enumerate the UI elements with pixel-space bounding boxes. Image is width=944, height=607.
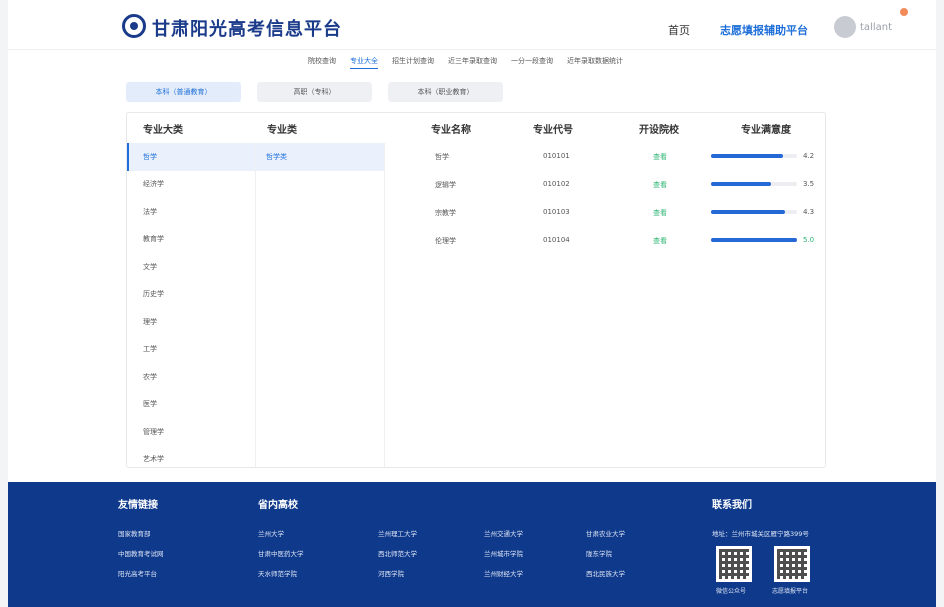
category-item[interactable]: 管理学 [127,418,255,446]
header-subcategory: 专业类 [267,125,297,136]
category-item[interactable]: 文学 [127,253,255,281]
footer-link[interactable]: 中国教育考试网 [118,548,164,558]
school-link[interactable]: 兰州大学 [258,528,284,538]
satisfaction-bar [711,182,797,186]
subcategory-list: 哲学类 [255,143,385,467]
notification-dot-icon [900,8,908,16]
subcategory-item[interactable]: 哲学类 [256,143,384,171]
user-name[interactable]: tallant [860,22,892,33]
header-satisfaction: 专业满意度 [741,125,791,136]
subnav-admission-stats[interactable]: 近年录取数据统计 [567,56,623,69]
qr-code-platform [774,546,810,582]
tab-undergrad-general[interactable]: 本科（普通教育） [126,82,241,102]
tab-vocational-college[interactable]: 高职（专科） [257,82,372,102]
major-name: 逻辑学 [435,181,456,189]
category-item[interactable]: 工学 [127,336,255,364]
category-item[interactable]: 理学 [127,308,255,336]
footer-link[interactable]: 国家教育部 [118,528,151,538]
major-name: 哲学 [435,153,449,161]
satisfaction-bar-fill [711,238,797,242]
header-major-name: 专业名称 [431,125,471,136]
category-item[interactable]: 法学 [127,198,255,226]
major-row: 宗教学 010103 查看 4.3 [387,199,825,227]
satisfaction-bar [711,154,797,158]
school-link[interactable]: 陇东学院 [586,548,612,558]
major-code: 010101 [543,152,570,160]
header-major-code: 专业代号 [533,125,573,136]
major-code: 010103 [543,208,570,216]
subnav-3yr-admission[interactable]: 近三年录取查询 [448,56,497,69]
satisfaction-bar [711,210,797,214]
qr-caption: 志愿填报平台 [772,588,809,595]
user-avatar[interactable] [834,16,856,38]
satisfaction-score: 3.5 [803,180,815,188]
category-item[interactable]: 农学 [127,363,255,391]
view-schools-link[interactable]: 查看 [653,236,667,246]
subnav-score-rank[interactable]: 一分一段查询 [511,56,553,69]
satisfaction-bar-fill [711,182,772,186]
school-link[interactable]: 西北师范大学 [378,548,417,558]
school-link[interactable]: 兰州交通大学 [484,528,523,538]
satisfaction-bar-fill [711,154,784,158]
school-link[interactable]: 天水师范学院 [258,568,297,578]
satisfaction-score: 4.2 [803,152,815,160]
view-schools-link[interactable]: 查看 [653,152,667,162]
nav-assist-platform-link[interactable]: 志愿填报辅助平台 [720,22,808,38]
satisfaction-bar [711,238,797,242]
subnav-school-query[interactable]: 院校查询 [308,56,336,69]
top-header: 甘肃阳光高考信息平台 首页 志愿填报辅助平台 tallant [8,0,936,50]
school-link[interactable]: 兰州财经大学 [484,568,523,578]
sub-navigation: 院校查询 专业大全 招生计划查询 近三年录取查询 一分一段查询 近年录取数据统计 [308,56,623,69]
satisfaction-score: 5.0 [803,236,815,244]
page-frame: 甘肃阳光高考信息平台 首页 志愿填报辅助平台 tallant 院校查询 专业大全… [8,0,936,607]
view-schools-link[interactable]: 查看 [653,180,667,190]
site-footer: 友情链接 国家教育部 中国教育考试网 阳光高考平台 省内高校 兰州大学 兰州理工… [8,482,936,607]
major-code: 010102 [543,180,570,188]
school-link[interactable]: 河西学院 [378,568,404,578]
school-link[interactable]: 兰州理工大学 [378,528,417,538]
footer-link[interactable]: 阳光高考平台 [118,568,157,578]
satisfaction-score: 4.3 [803,208,815,216]
major-row: 逻辑学 010102 查看 3.5 [387,171,825,199]
header-category: 专业大类 [143,125,183,136]
major-code: 010104 [543,236,570,244]
subnav-major-list[interactable]: 专业大全 [350,56,378,69]
major-name: 伦理学 [435,237,456,245]
major-row: 哲学 010101 查看 4.2 [387,143,825,171]
platform-logo-icon[interactable] [122,14,146,38]
nav-home-link[interactable]: 首页 [668,22,690,38]
footer-contact-title: 联系我们 [712,500,752,511]
subnav-enroll-plan[interactable]: 招生计划查询 [392,56,434,69]
school-link[interactable]: 西北民族大学 [586,568,625,578]
qr-code-wechat [716,546,752,582]
footer-friend-links-title: 友情链接 [118,500,158,511]
satisfaction-bar-fill [711,210,785,214]
category-item[interactable]: 经济学 [127,171,255,199]
category-item[interactable]: 教育学 [127,226,255,254]
footer-schools-title: 省内高校 [258,500,298,511]
category-item[interactable]: 医学 [127,391,255,419]
category-item[interactable]: 艺术学 [127,446,255,474]
footer-address: 地址：兰州市城关区雁宁路399号 [712,530,809,538]
brand-title[interactable]: 甘肃阳光高考信息平台 [152,15,342,41]
school-link[interactable]: 甘肃中医药大学 [258,548,304,558]
education-level-tabs: 本科（普通教育） 高职（专科） 本科（职业教育） [126,82,503,102]
tab-undergrad-vocational[interactable]: 本科（职业教育） [388,82,503,102]
category-list: 哲学 经济学 法学 教育学 文学 历史学 理学 工学 农学 医学 管理学 艺术学 [127,143,255,473]
qr-caption: 微信公众号 [716,588,747,595]
school-link[interactable]: 兰州城市学院 [484,548,523,558]
header-schools: 开设院校 [639,125,679,136]
school-link[interactable]: 甘肃农业大学 [586,528,625,538]
major-name: 宗教学 [435,209,456,217]
view-schools-link[interactable]: 查看 [653,208,667,218]
category-item[interactable]: 历史学 [127,281,255,309]
category-item[interactable]: 哲学 [127,143,255,171]
major-row: 伦理学 010104 查看 5.0 [387,227,825,255]
major-browser-panel: 专业大类 专业类 专业名称 专业代号 开设院校 专业满意度 哲学 经济学 法学 … [126,112,826,468]
